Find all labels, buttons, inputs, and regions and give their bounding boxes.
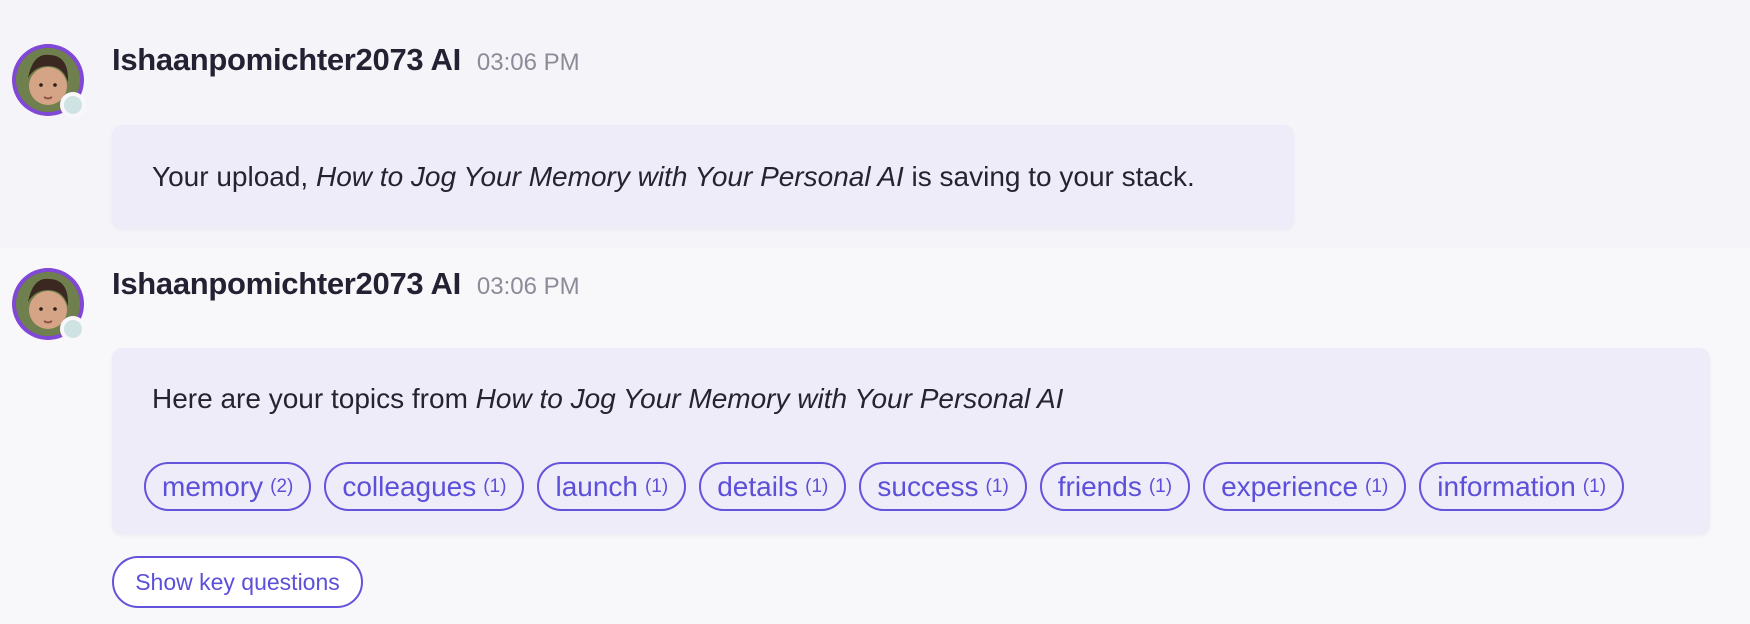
topic-count: (1) (644, 475, 669, 497)
topic-label: friends (1057, 470, 1142, 502)
message-time: 03:06 PM (476, 273, 580, 300)
show-key-questions-button[interactable]: Show key questions (112, 556, 363, 608)
topic-label: details (717, 470, 799, 502)
topic-chip-success[interactable]: success (1) (859, 462, 1027, 511)
topics-bubble: Here are your topics from How to Jog You… (112, 348, 1710, 534)
topic-count: (1) (483, 475, 507, 497)
topic-label: memory (162, 470, 264, 502)
topic-chip-memory[interactable]: memory (2) (144, 462, 312, 511)
topic-count: (2) (270, 475, 294, 497)
message-bubble: Your upload, How to Jog Your Memory with… (112, 125, 1294, 228)
topic-chip-colleagues[interactable]: colleagues (1) (324, 462, 525, 511)
message-upload-status: Ishaanpomichter2073 AI 03:06 PM Your upl… (0, 0, 1750, 248)
sender-name: Ishaanpomichter2073 AI (112, 42, 461, 77)
text-prefix: Here are your topics from (152, 383, 476, 414)
sender-name: Ishaanpomichter2073 AI (112, 266, 461, 301)
topic-chip-experience[interactable]: experience (1) (1203, 462, 1407, 511)
topic-chip-information[interactable]: information (1) (1419, 462, 1625, 511)
message-header: Ishaanpomichter2073 AI 03:06 PM (112, 266, 580, 302)
message-header: Ishaanpomichter2073 AI 03:06 PM (112, 42, 580, 78)
document-title: How to Jog Your Memory with Your Persona… (475, 383, 1064, 414)
text-prefix: Your upload, (152, 161, 316, 192)
topic-chip-launch[interactable]: launch (1) (537, 462, 687, 511)
message-text: Your upload, How to Jog Your Memory with… (152, 160, 1195, 194)
topic-chip-list: memory (2) colleagues (1) launch (1) detail… (144, 462, 1625, 511)
topic-count: (1) (1365, 475, 1389, 497)
topic-label: success (877, 470, 979, 502)
status-indicator (60, 316, 86, 342)
avatar[interactable] (12, 268, 86, 342)
topic-count: (1) (1148, 475, 1173, 497)
chat-thread: Ishaanpomichter2073 AI 03:06 PM Your upl… (0, 0, 1750, 624)
avatar[interactable] (12, 44, 86, 118)
topic-chip-friends[interactable]: friends (1) (1039, 462, 1191, 511)
topic-label: information (1437, 470, 1576, 502)
document-title: How to Jog Your Memory with Your Persona… (316, 161, 904, 192)
topic-count: (1) (1582, 475, 1607, 497)
topic-label: launch (555, 470, 638, 502)
topic-count: (1) (985, 475, 1009, 497)
topic-count: (1) (805, 475, 829, 497)
topic-label: colleagues (342, 470, 477, 502)
topic-label: experience (1221, 470, 1359, 502)
text-suffix: is saving to your stack. (903, 161, 1195, 192)
status-indicator (60, 92, 86, 118)
topic-chip-details[interactable]: details (1) (699, 462, 847, 511)
topics-intro: Here are your topics from How to Jog You… (152, 382, 1063, 416)
message-time: 03:06 PM (476, 49, 580, 76)
